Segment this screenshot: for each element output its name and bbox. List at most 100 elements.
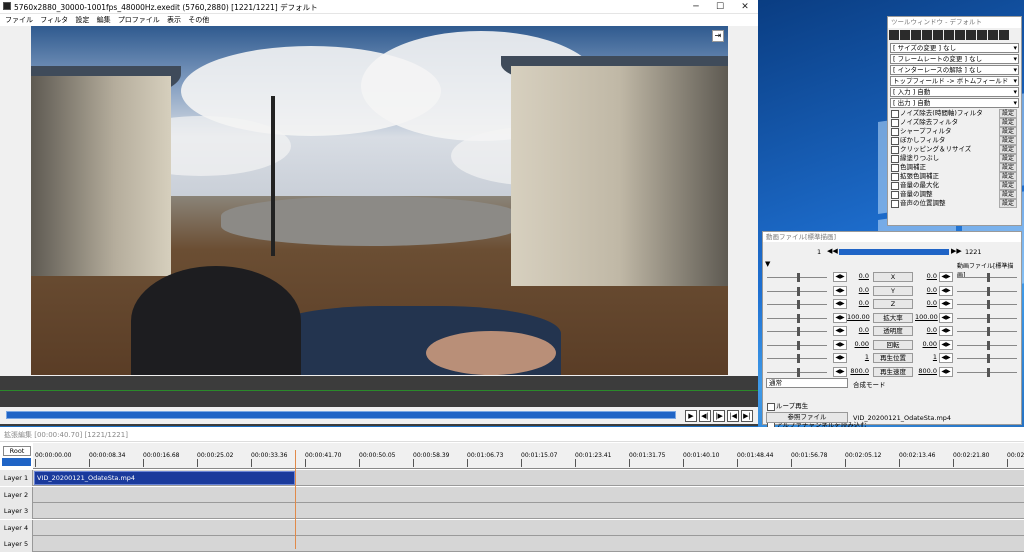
filter-settings-button[interactable]: 設定 [998,127,1017,136]
menu-settings[interactable]: 設定 [75,15,89,26]
filter-settings-button[interactable]: 設定 [998,163,1017,172]
tool-icon[interactable] [889,30,899,40]
filter-checkbox[interactable]: クリッピング＆リサイズ 設定 [890,145,1019,154]
playhead-cursor[interactable] [295,450,296,549]
filter-settings-button[interactable]: 設定 [998,145,1017,154]
param-arrows-right[interactable]: ◀▶ [939,272,953,282]
tool-icon[interactable] [922,30,932,40]
param-value-right[interactable]: 1 [915,353,937,361]
param-slider-right[interactable] [957,340,1017,350]
param-value-left[interactable]: 0.00 [847,340,869,348]
param-slider-right[interactable] [957,367,1017,377]
param-slider-right[interactable] [957,286,1017,296]
minimize-button[interactable]: ─ [684,0,708,14]
layer-row[interactable]: Layer 3 [0,503,1024,519]
param-value-left[interactable]: 0.0 [847,299,869,307]
reference-file-button[interactable]: 参照ファイル [766,412,848,423]
param-arrows-right[interactable]: ◀▶ [939,299,953,309]
param-slider-left[interactable] [767,313,827,323]
param-slider-left[interactable] [767,286,827,296]
param-label[interactable]: 透明度 [873,326,913,336]
filter-settings-button[interactable]: 設定 [998,181,1017,190]
filter-checkbox[interactable]: 音量の調整 設定 [890,190,1019,199]
close-button[interactable]: ✕ [733,0,757,14]
param-arrows-right[interactable]: ◀▶ [939,366,953,377]
input-select[interactable]: [ 入力 ] 自動 [890,87,1019,97]
param-value-left[interactable]: 100.00 [847,313,870,321]
prev-frame-icon[interactable]: ◀| [699,410,711,422]
tool-icon[interactable] [944,30,954,40]
param-value-left[interactable]: 0.0 [847,326,869,334]
menu-filter[interactable]: フィルタ [40,15,68,26]
param-arrows-right[interactable]: ◀▶ [939,353,953,363]
param-arrows-left[interactable]: ◀▶ [833,353,847,363]
filter-settings-button[interactable]: 設定 [998,199,1017,208]
expand-icon[interactable]: ▼ [765,260,770,268]
filter-checkbox[interactable]: 拡張色調補正 設定 [890,172,1019,181]
time-ruler[interactable]: 00:00:00.00 00:00:08.34 00:00:16.68 00:00:2… [33,443,1024,469]
output-select[interactable]: [ 出力 ] 自動 [890,98,1019,108]
param-value-right[interactable]: 0.0 [915,299,937,307]
param-slider-right[interactable] [957,354,1017,363]
param-arrows-right[interactable]: ◀▶ [939,285,953,296]
param-label[interactable]: X [873,272,913,282]
param-slider-right[interactable] [957,327,1017,336]
tool-icon[interactable] [911,30,921,40]
prev-icon[interactable]: ◀◀ [827,247,838,255]
layer-name[interactable]: Layer 2 [0,486,33,503]
param-value-right[interactable]: 0.0 [915,272,937,280]
scroll-indicator[interactable] [2,458,31,466]
param-slider-left[interactable] [767,367,827,377]
menu-view[interactable]: 表示 [167,15,181,26]
param-value-right[interactable]: 0.00 [915,340,937,348]
frame-range-bar[interactable] [839,249,949,255]
param-value-left[interactable]: 1 [847,353,869,361]
layer-row[interactable]: Layer 4 [0,519,1024,536]
param-label[interactable]: 回転 [873,339,913,350]
param-value-left[interactable]: 0.0 [847,272,869,280]
param-arrows-left[interactable]: ◀▶ [833,312,847,323]
filter-settings-button[interactable]: 設定 [998,190,1017,199]
param-value-right[interactable]: 800.0 [915,367,937,375]
tool-icon[interactable] [933,30,943,40]
layer-row[interactable]: Layer 5 [0,536,1024,552]
tool-icon[interactable] [999,30,1009,40]
go-end-icon[interactable]: ▶| [741,410,753,422]
filter-checkbox[interactable]: 音量の最大化 設定 [890,181,1019,190]
param-slider-right[interactable] [957,300,1017,309]
param-slider-left[interactable] [767,273,827,282]
next-icon[interactable]: ▶▶ [951,247,962,255]
layer-name[interactable]: Layer 5 [0,536,33,552]
field-order-select[interactable]: トップフィールド -> ボトムフィールド [890,76,1019,86]
param-value-right[interactable]: 100.00 [915,313,938,321]
menu-profile[interactable]: プロファイル [118,15,160,26]
param-value-left[interactable]: 800.0 [847,367,869,375]
param-arrows-left[interactable]: ◀▶ [833,272,847,282]
param-value-right[interactable]: 0.0 [915,286,937,294]
deinterlace-select[interactable]: [ インターレースの解除 ] なし [890,65,1019,75]
param-arrows-left[interactable]: ◀▶ [833,339,847,350]
filter-settings-button[interactable]: 設定 [998,154,1017,163]
param-label[interactable]: 拡大率 [873,312,913,323]
framerate-select[interactable]: [ フレームレートの変更 ] なし [890,54,1019,64]
filter-checkbox[interactable]: ぼかしフィルタ 設定 [890,136,1019,145]
menu-other[interactable]: その他 [188,15,209,26]
menu-edit[interactable]: 編集 [97,15,111,26]
filter-checkbox[interactable]: ノイズ除去フィルタ 設定 [890,118,1019,127]
root-button[interactable]: Root [3,446,31,456]
layer-name[interactable]: Layer 3 [0,503,33,519]
filter-checkbox[interactable]: シャープフィルタ 設定 [890,127,1019,136]
next-frame-icon[interactable]: |▶ [713,410,725,422]
video-clip[interactable]: VID_20200121_OdateSta.mp4 [34,471,295,485]
param-slider-left[interactable] [767,354,827,363]
param-label[interactable]: Z [873,299,913,309]
param-arrows-right[interactable]: ◀▶ [939,312,953,323]
tool-icon[interactable] [900,30,910,40]
param-arrows-left[interactable]: ◀▶ [833,299,847,309]
maximize-button[interactable]: ☐ [708,0,732,14]
loop-checkbox[interactable]: ループ再生 [766,402,916,411]
tool-icon[interactable] [988,30,998,40]
param-arrows-left[interactable]: ◀▶ [833,366,847,377]
filter-settings-button[interactable]: 設定 [998,118,1017,127]
blend-mode-select[interactable]: 通常 [766,378,848,388]
